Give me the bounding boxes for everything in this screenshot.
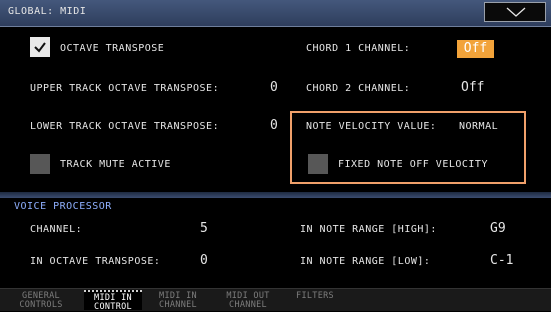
track-mute-active-label: TRACK MUTE ACTIVE [60, 159, 171, 170]
chord2-channel-label: CHORD 2 CHANNEL: [306, 83, 411, 94]
lower-track-octave-transpose-value[interactable]: 0 [270, 118, 278, 133]
tab-general-controls[interactable]: GENERAL CONTROLS [6, 290, 76, 310]
upper-track-octave-transpose-label: UPPER TRACK OCTAVE TRANSPOSE: [30, 83, 220, 94]
voice-processor-title: VOICE PROCESSOR [14, 201, 112, 212]
octave-transpose-label: OCTAVE TRANSPOSE [60, 43, 165, 54]
in-note-range-high-value[interactable]: G9 [490, 221, 506, 236]
upper-track-octave-transpose-value[interactable]: 0 [270, 80, 278, 95]
in-note-range-high-label: IN NOTE RANGE [HIGH]: [300, 224, 437, 235]
in-octave-transpose-value[interactable]: 0 [200, 253, 208, 268]
in-note-range-low-value[interactable]: C-1 [490, 253, 513, 268]
page-title: GLOBAL: MIDI [8, 6, 87, 17]
channel-value[interactable]: 5 [200, 221, 208, 236]
page-menu-button[interactable] [484, 2, 546, 22]
tab-filters[interactable]: FILTERS [286, 290, 344, 310]
chord2-channel-value[interactable]: Off [461, 80, 484, 95]
channel-label: CHANNEL: [30, 224, 83, 235]
section-divider [0, 192, 551, 198]
note-velocity-value-label: NOTE VELOCITY VALUE: [306, 121, 437, 132]
chord1-channel-label: CHORD 1 CHANNEL: [306, 43, 411, 54]
octave-transpose-checkbox[interactable] [30, 37, 50, 57]
checkmark-icon [34, 42, 46, 53]
fixed-note-off-velocity-label: FIXED NOTE OFF VELOCITY [338, 159, 488, 170]
in-octave-transpose-label: IN OCTAVE TRANSPOSE: [30, 256, 161, 267]
tab-midi-out-channel[interactable]: MIDI OUT CHANNEL [214, 290, 282, 310]
fixed-note-off-velocity-checkbox[interactable] [308, 154, 328, 174]
lower-track-octave-transpose-label: LOWER TRACK OCTAVE TRANSPOSE: [30, 121, 220, 132]
track-mute-active-checkbox[interactable] [30, 154, 50, 174]
chord1-channel-value[interactable]: Off [457, 40, 494, 58]
in-note-range-low-label: IN NOTE RANGE [LOW]: [300, 256, 431, 267]
tab-midi-in-control[interactable]: MIDI IN CONTROL [84, 290, 142, 312]
tab-midi-in-channel[interactable]: MIDI IN CHANNEL [146, 290, 210, 310]
note-velocity-value[interactable]: NORMAL [459, 121, 498, 132]
chevron-down-icon [506, 7, 526, 17]
